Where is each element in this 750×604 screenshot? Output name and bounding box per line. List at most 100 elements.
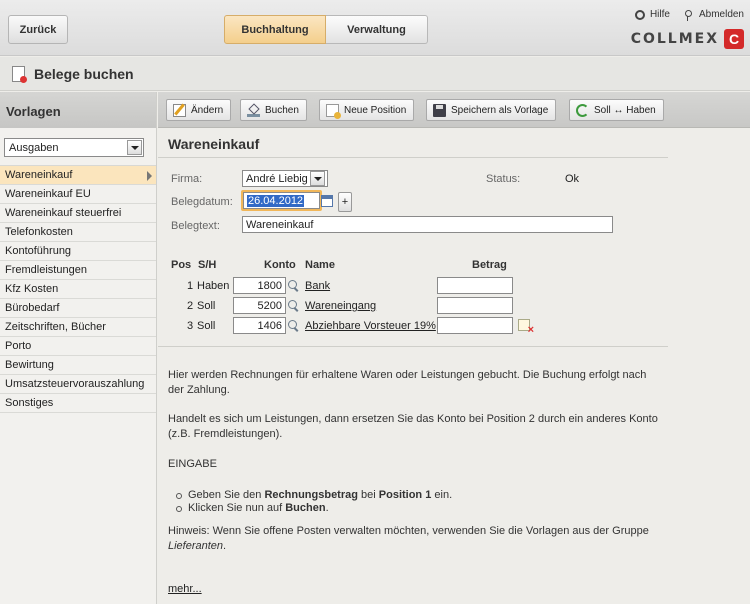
logout-link[interactable]: Abmelden	[684, 9, 744, 21]
help-paragraph-2: Handelt es sich um Leistungen, dann erse…	[168, 413, 658, 440]
tab-buchhaltung[interactable]: Buchhaltung	[224, 15, 326, 44]
sidebar-item-wareneinkauf[interactable]: Wareneinkauf	[0, 166, 156, 185]
row2-betrag-input[interactable]	[437, 297, 513, 314]
template-list: Wareneinkauf Wareneinkauf EU Wareneinkau…	[0, 165, 156, 413]
belegdatum-value: 26.04.2012	[247, 194, 305, 207]
search-icon[interactable]	[288, 300, 299, 311]
help-eingabe-heading: EINGABE	[168, 458, 217, 470]
belegdatum-label: Belegdatum:	[171, 196, 233, 208]
edit-button[interactable]: Ändern	[166, 99, 232, 121]
row2-pos: 2	[187, 300, 194, 312]
sidebar-item-bewirtung[interactable]: Bewirtung	[0, 356, 156, 375]
status-label: Status:	[486, 173, 521, 185]
sidebar-item-sonstiges[interactable]: Sonstiges	[0, 394, 156, 413]
swap-debit-credit-button[interactable]: Soll ↔ Haben	[569, 99, 664, 121]
hint-pre: Hinweis: Wenn Sie offene Posten verwalte…	[168, 525, 649, 537]
main-panel: Wareneinkauf Firma: André Liebig Status:…	[158, 129, 750, 604]
save-template-button[interactable]: Speichern als Vorlage	[426, 99, 557, 121]
row3-sh: Soll	[197, 320, 216, 332]
title-bar: Belege buchen	[0, 57, 750, 91]
help-paragraph-1: Hier werden Rechnungen für erhaltene War…	[168, 369, 647, 396]
more-link[interactable]: mehr...	[168, 583, 202, 595]
new-position-button[interactable]: Neue Position	[319, 99, 415, 121]
logo: COLLMEX C	[631, 29, 744, 49]
new-document-icon	[326, 103, 341, 119]
row2-konto: 5200	[257, 299, 282, 312]
logout-label: Abmelden	[698, 9, 744, 20]
help-label: Hilfe	[649, 9, 670, 20]
back-button[interactable]: Zurück	[8, 15, 68, 44]
row1-konto-input[interactable]: 1800	[233, 277, 286, 294]
save-template-label: Speichern als Vorlage	[451, 104, 549, 116]
top-links: Hilfe Abmelden	[634, 9, 744, 21]
edit-icon	[173, 103, 186, 117]
b2-bold: Buchen	[285, 502, 326, 514]
sidebar-item-buerobedarf[interactable]: Bürobedarf	[0, 299, 156, 318]
status-value: Ok	[565, 173, 580, 185]
help-hint: Hinweis: Wenn Sie offene Posten verwalte…	[168, 524, 663, 554]
book-button[interactable]: Buchen	[240, 99, 307, 121]
chevron-down-icon[interactable]	[310, 171, 325, 186]
row2-name-link[interactable]: Wareneingang	[305, 300, 376, 312]
row1-konto: 1800	[257, 279, 282, 292]
save-icon	[433, 103, 446, 117]
hint-post: .	[223, 540, 227, 552]
col-name: Name	[305, 259, 335, 271]
sidebar-item-telefonkosten[interactable]: Telefonkosten	[0, 223, 156, 242]
row1-name-link[interactable]: Bank	[305, 280, 330, 292]
row1-pos: 1	[187, 280, 194, 292]
sidebar-item-kontofuehrung[interactable]: Kontoführung	[0, 242, 156, 261]
help-link[interactable]: Hilfe	[634, 9, 670, 20]
search-icon[interactable]	[288, 280, 299, 291]
divider	[158, 157, 668, 158]
row3-pos: 3	[187, 320, 194, 332]
help-icon	[634, 9, 645, 20]
sidebar-item-fremdleistungen[interactable]: Fremdleistungen	[0, 261, 156, 280]
document-icon	[12, 65, 27, 83]
row1-betrag-input[interactable]	[437, 277, 513, 294]
belegdatum-input[interactable]: 26.04.2012	[243, 192, 320, 209]
row3-konto: 1406	[257, 319, 282, 332]
b1-post: ein.	[431, 489, 453, 501]
col-pos: Pos	[171, 259, 192, 271]
edit-label: Ändern	[191, 104, 224, 116]
sidebar: Vorlagen Ausgaben Wareneinkauf Wareneink…	[0, 92, 157, 604]
sidebar-heading: Vorlagen	[0, 92, 156, 128]
row2-sh: Soll	[197, 300, 216, 312]
belegtext-value: Wareneinkauf	[246, 218, 314, 231]
sidebar-item-wareneinkauf-eu[interactable]: Wareneinkauf EU	[0, 185, 156, 204]
b2-post: .	[325, 502, 329, 514]
template-group-value: Ausgaben	[9, 141, 59, 154]
row2-konto-input[interactable]: 5200	[233, 297, 286, 314]
firma-select[interactable]: André Liebig	[242, 170, 328, 187]
sidebar-item-porto[interactable]: Porto	[0, 337, 156, 356]
row3-name-link[interactable]: Abziehbare Vorsteuer 19%	[305, 320, 436, 332]
belegtext-input[interactable]: Wareneinkauf	[242, 216, 613, 233]
search-icon[interactable]	[288, 320, 299, 331]
col-sh: S/H	[198, 259, 217, 271]
b1-bold2: Position 1	[378, 489, 432, 501]
row3-konto-input[interactable]: 1406	[233, 317, 286, 334]
chevron-down-icon[interactable]	[127, 140, 142, 155]
sidebar-item-umsatzsteuervorauszahlung[interactable]: Umsatzsteuervorauszahlung	[0, 375, 156, 394]
sidebar-item-wareneinkauf-steuerfrei[interactable]: Wareneinkauf steuerfrei	[0, 204, 156, 223]
row3-betrag-input[interactable]	[437, 317, 513, 334]
divider	[158, 346, 668, 347]
key-icon	[684, 9, 694, 21]
template-group-select[interactable]: Ausgaben	[4, 138, 144, 157]
sidebar-item-zeitschriften[interactable]: Zeitschriften, Bücher	[0, 318, 156, 337]
logo-text: COLLMEX	[630, 31, 719, 47]
date-plus-button[interactable]: +	[338, 192, 352, 212]
row1-sh: Haben	[197, 280, 230, 292]
sidebar-item-kfz-kosten[interactable]: Kfz Kosten	[0, 280, 156, 299]
delete-row-icon[interactable]	[518, 319, 534, 336]
tab-verwaltung[interactable]: Verwaltung	[326, 15, 428, 44]
top-bar: Zurück Buchhaltung Verwaltung Hilfe Abme…	[0, 0, 750, 56]
calendar-icon[interactable]	[321, 195, 333, 207]
form-heading: Wareneinkauf	[168, 136, 260, 152]
swap-label: Soll ↔ Haben	[594, 104, 656, 116]
swap-icon	[576, 103, 589, 117]
toolbar: Ändern Buchen Neue Position Speichern al…	[158, 92, 750, 128]
page-title: Belege buchen	[34, 65, 134, 82]
firma-value: André Liebig	[246, 172, 308, 185]
